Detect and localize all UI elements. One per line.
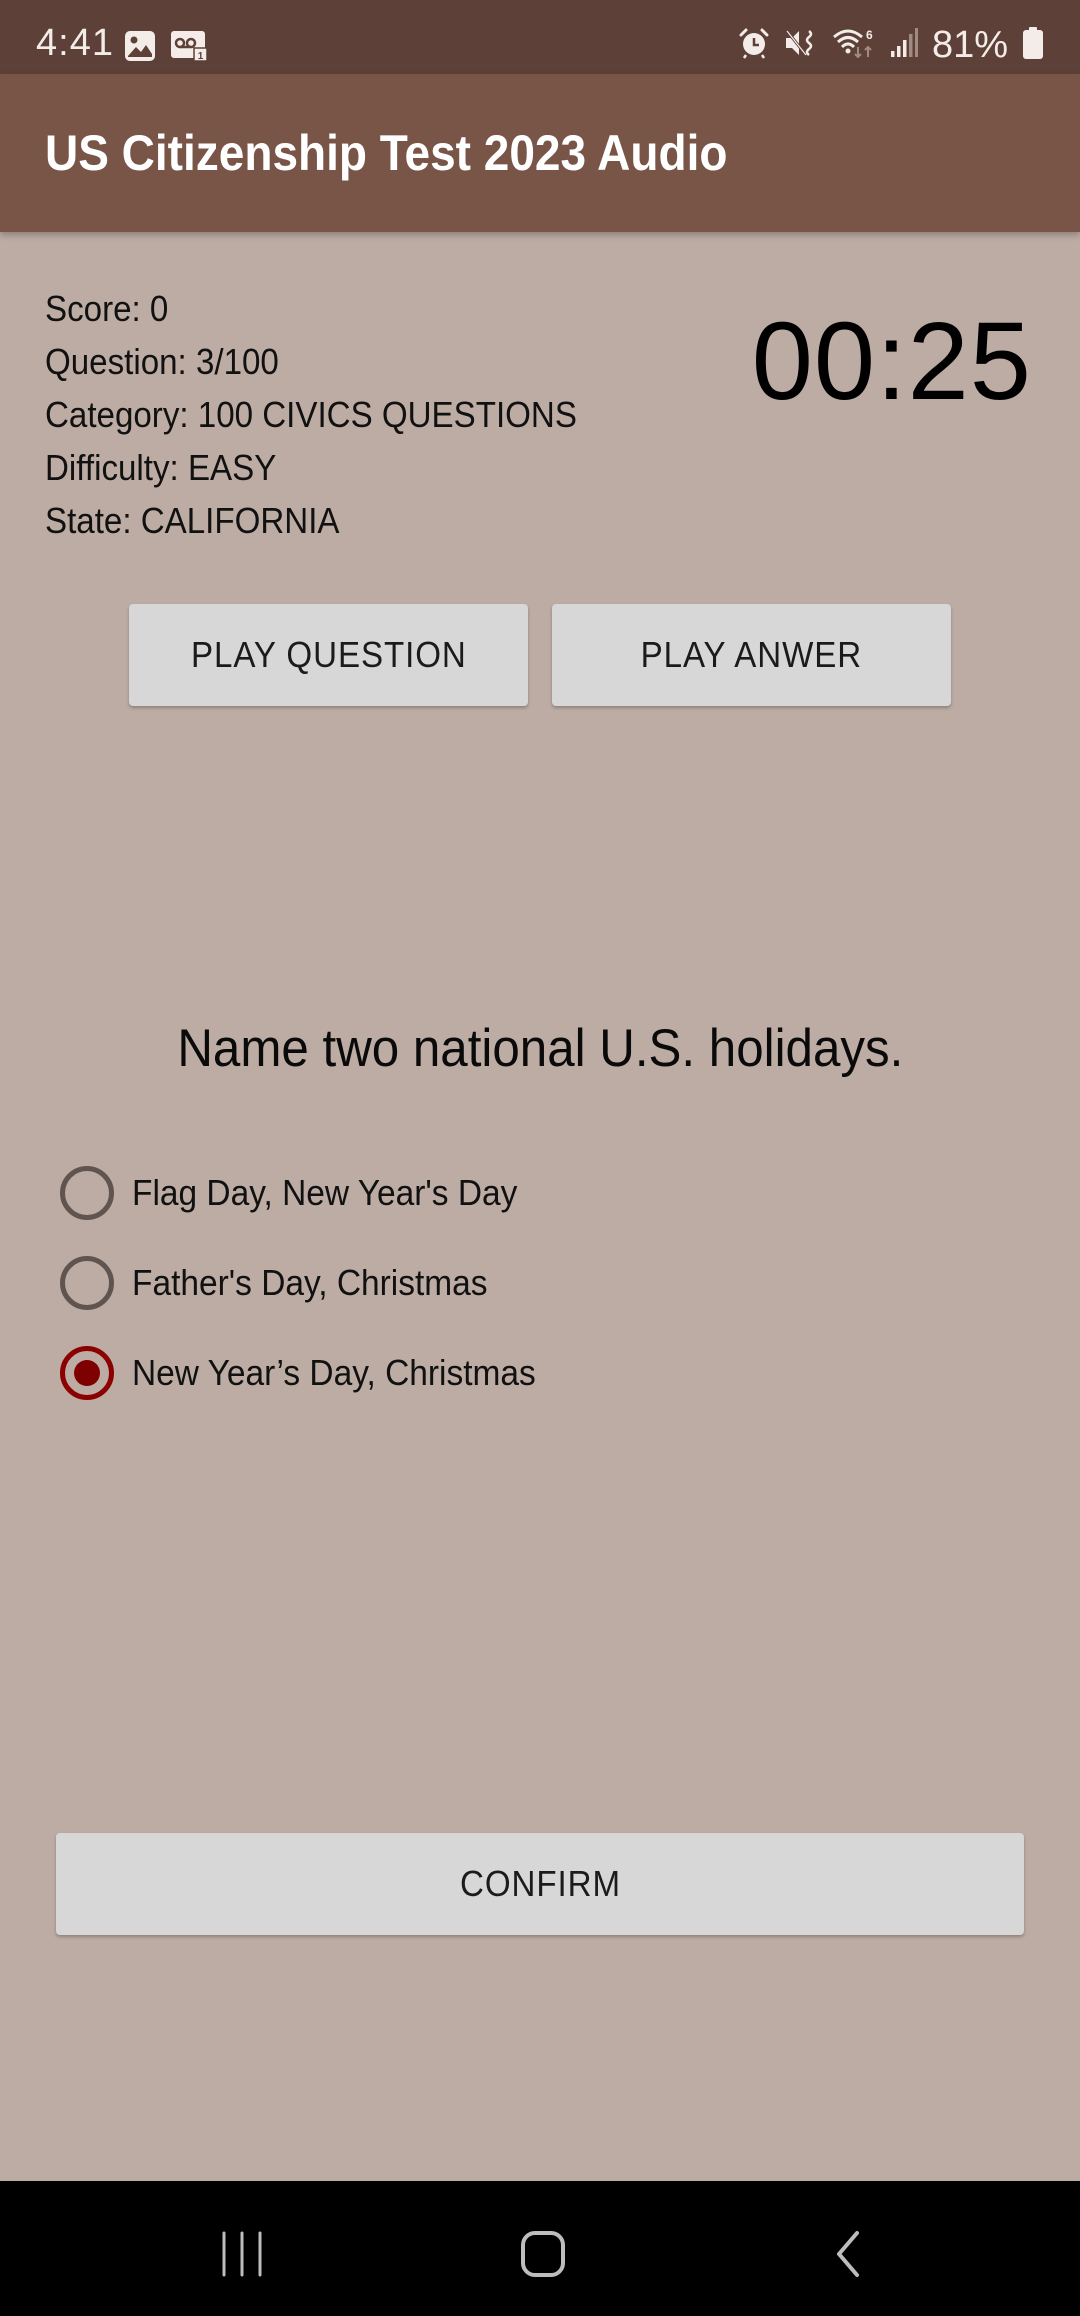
recents-button[interactable]	[202, 2221, 282, 2291]
wifi-6-icon: 6	[832, 27, 876, 64]
difficulty-label: Difficulty: EASY	[45, 447, 277, 488]
svg-text:1: 1	[198, 51, 204, 62]
question-counter: Question: 3/100	[45, 341, 279, 382]
radio-button[interactable]	[60, 1256, 114, 1310]
battery-percent: 81%	[931, 24, 1008, 66]
quiz-info: Score: 0 Question: 3/100 Category: 100 C…	[45, 282, 623, 547]
radio-button[interactable]	[60, 1346, 114, 1400]
answer-option-label: Father's Day, Christmas	[132, 1262, 488, 1303]
signal-icon	[890, 27, 918, 64]
play-answer-button[interactable]: PLAY ANWER	[552, 604, 951, 706]
app-bar: US Citizenship Test 2023 Audio	[0, 74, 1080, 232]
state-label: State: CALIFORNIA	[45, 500, 340, 541]
battery-icon	[1022, 26, 1044, 65]
svg-text:6: 6	[866, 28, 873, 42]
vibrate-mute-icon	[784, 27, 818, 64]
score-label: Score: 0	[45, 288, 169, 329]
radio-button[interactable]	[60, 1166, 114, 1220]
back-button[interactable]	[808, 2221, 888, 2291]
voicemail-icon: 1	[170, 30, 208, 67]
gallery-icon	[124, 30, 156, 67]
alarm-icon	[738, 27, 770, 64]
status-bar: 4:41 1 6 81%	[0, 0, 1080, 74]
home-icon	[520, 2230, 566, 2283]
category-label: Category: 100 CIVICS QUESTIONS	[45, 394, 577, 435]
back-icon	[833, 2230, 863, 2283]
recents-icon	[220, 2231, 264, 2282]
countdown-timer: 00:25	[751, 300, 1032, 423]
status-system-icons: 6 81%	[738, 24, 1044, 67]
answer-option[interactable]: Father's Day, Christmas	[60, 1238, 566, 1328]
answer-option[interactable]: New Year’s Day, Christmas	[60, 1328, 566, 1418]
answer-option-label: Flag Day, New Year's Day	[132, 1172, 518, 1213]
play-question-label: PLAY QUESTION	[190, 634, 467, 675]
play-answer-label: PLAY ANWER	[640, 634, 863, 675]
home-button[interactable]	[503, 2221, 583, 2291]
confirm-label: CONFIRM	[459, 1863, 621, 1904]
answer-option[interactable]: Flag Day, New Year's Day	[60, 1148, 566, 1238]
status-notification-icons: 1	[124, 30, 208, 67]
answer-option-label: New Year’s Day, Christmas	[132, 1352, 536, 1393]
system-nav-bar	[0, 2181, 1080, 2316]
question-text-label: Name two national U.S. holidays.	[176, 1019, 904, 1078]
app-title: US Citizenship Test 2023 Audio	[45, 125, 728, 181]
question-text: Name two national U.S. holidays.	[0, 1018, 1080, 1079]
play-question-button[interactable]: PLAY QUESTION	[129, 604, 528, 706]
answer-options: Flag Day, New Year's Day Father's Day, C…	[60, 1148, 566, 1418]
confirm-button[interactable]: CONFIRM	[56, 1833, 1024, 1935]
status-time: 4:41	[36, 22, 114, 64]
